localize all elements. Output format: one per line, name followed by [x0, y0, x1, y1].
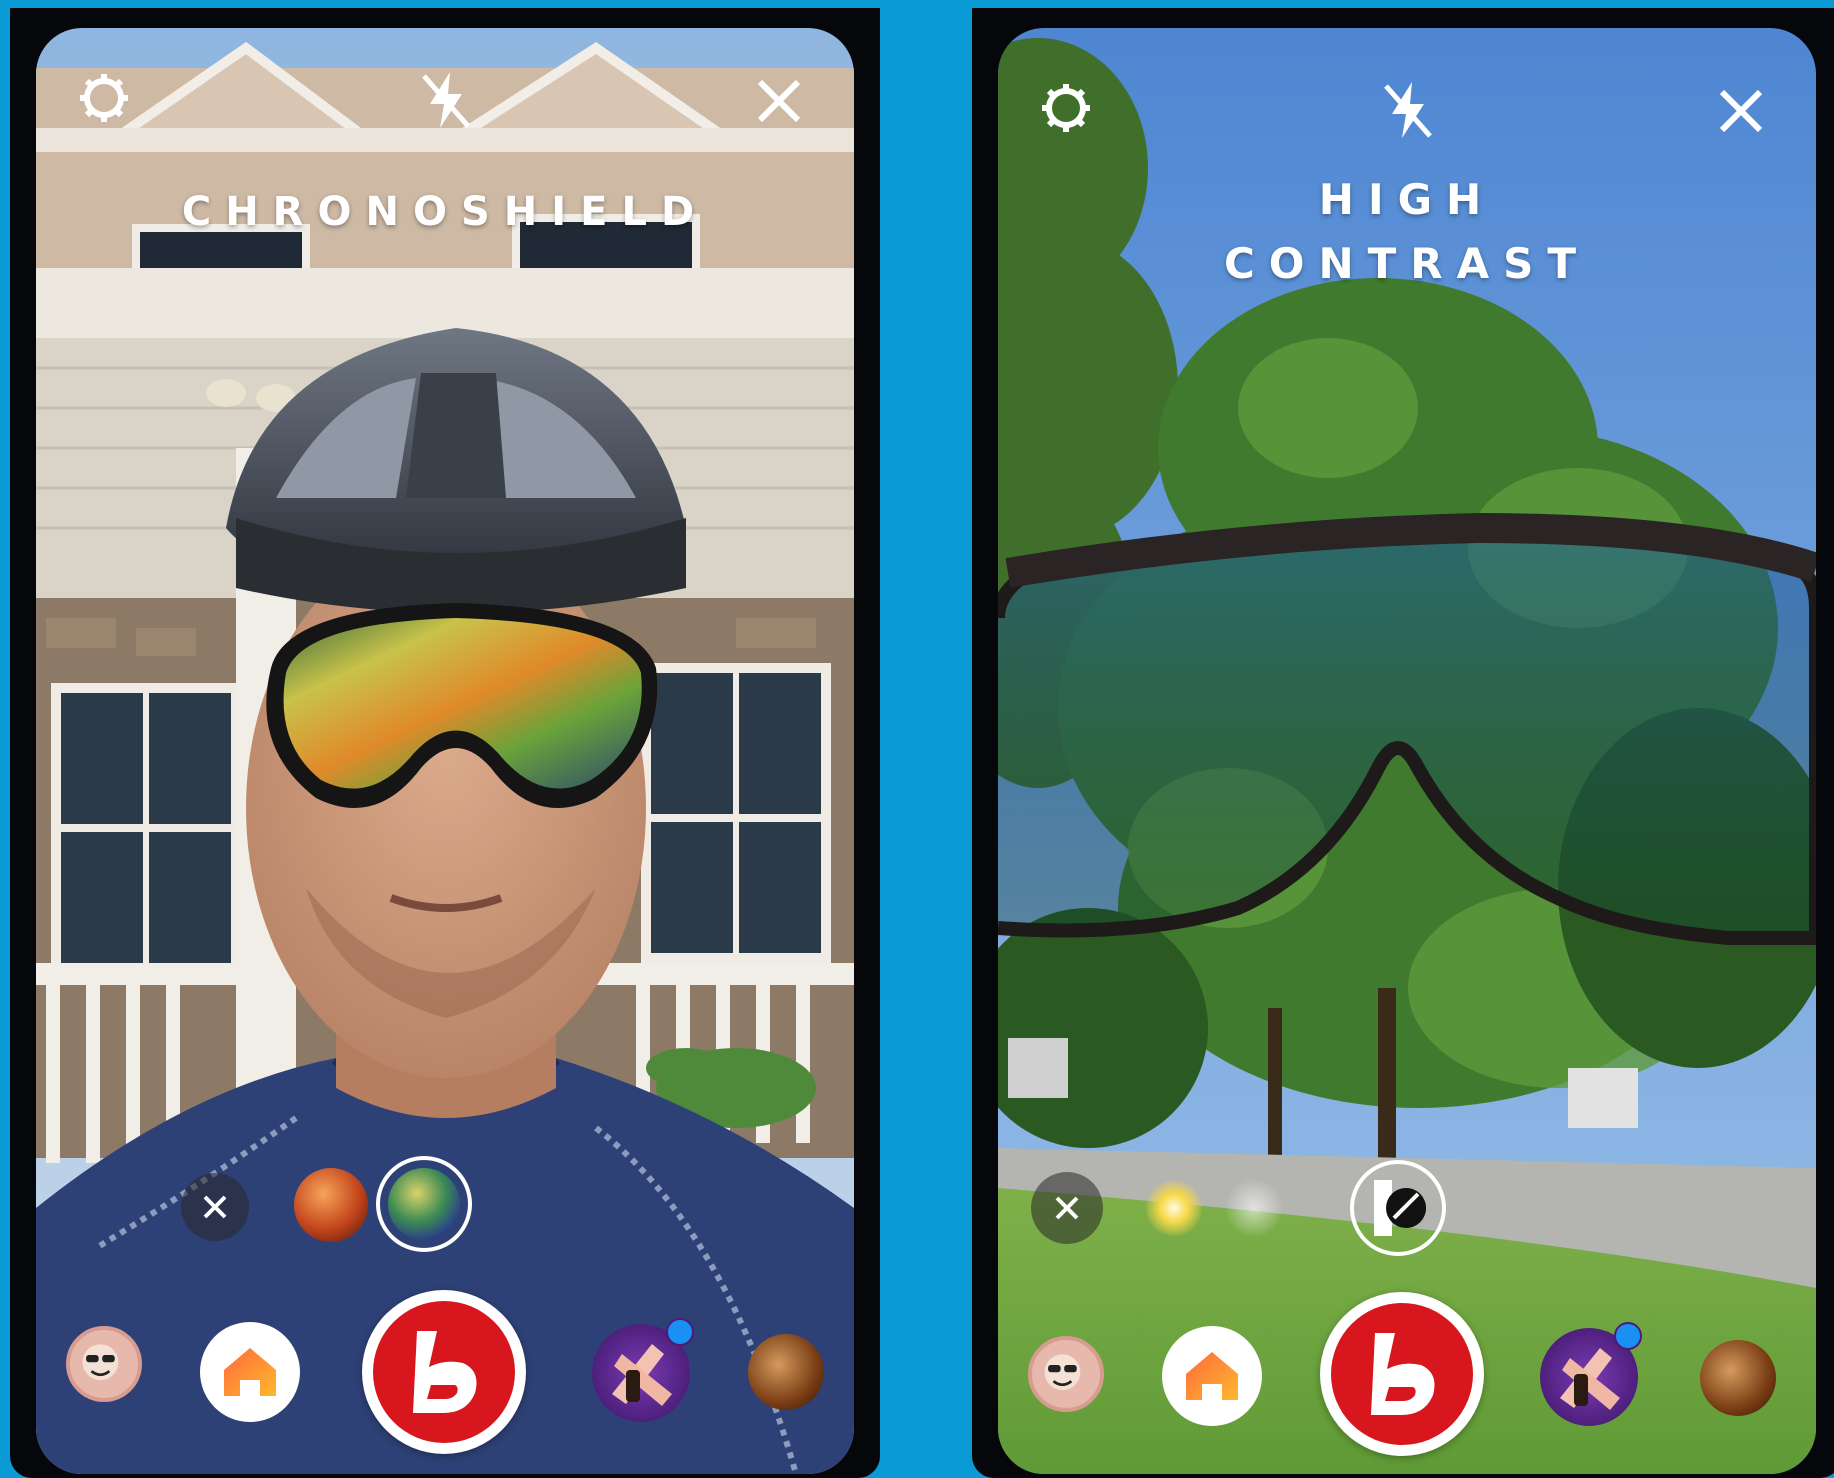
contrast-option-selected[interactable] — [1350, 1160, 1446, 1256]
filter-title-line: CONTRAST — [1223, 239, 1591, 288]
flash-off-icon[interactable] — [1380, 78, 1436, 142]
capture-button-fill — [1331, 1303, 1473, 1445]
remove-filter-button[interactable] — [1031, 1172, 1103, 1244]
lens-thumbnail-bronze[interactable] — [1700, 1340, 1776, 1416]
close-icon[interactable] — [754, 76, 804, 126]
capture-button-fill — [373, 1301, 515, 1443]
right-phone-frame: HIGH CONTRAST — [972, 8, 1834, 1478]
close-icon — [1055, 1196, 1079, 1220]
flash-off-icon[interactable] — [418, 68, 474, 132]
notification-dot — [1614, 1322, 1642, 1350]
lens-option-orange[interactable] — [294, 1168, 368, 1242]
right-camera-screen: HIGH CONTRAST — [998, 28, 1816, 1474]
home-icon — [1186, 1352, 1238, 1400]
capture-button[interactable] — [362, 1290, 526, 1454]
home-button[interactable] — [200, 1322, 300, 1422]
avatar[interactable] — [66, 1326, 142, 1402]
filter-title: HIGH CONTRAST — [998, 168, 1816, 296]
avatar[interactable] — [1028, 1336, 1104, 1412]
filter-title-line: CHRONOSHIELD — [181, 189, 709, 235]
contrast-icon — [1374, 1180, 1426, 1236]
capture-button[interactable] — [1320, 1292, 1484, 1456]
home-icon — [224, 1348, 276, 1396]
close-icon[interactable] — [1716, 86, 1766, 136]
lens-swatch — [388, 1168, 460, 1240]
bolle-logo-icon — [1371, 1333, 1435, 1415]
gear-icon[interactable] — [1036, 78, 1096, 138]
lens-option-sparkle[interactable] — [1224, 1178, 1284, 1238]
selfie-camera-view — [36, 28, 854, 1474]
left-phone-frame: CHRONOSHIELD — [10, 8, 880, 1478]
close-icon — [203, 1195, 227, 1219]
home-button[interactable] — [1162, 1326, 1262, 1426]
filter-title-line: HIGH — [1318, 175, 1496, 224]
bolle-logo-icon — [413, 1331, 477, 1413]
lens-option-chronoshield-selected[interactable] — [376, 1156, 472, 1252]
filter-title: CHRONOSHIELD — [36, 188, 854, 236]
lens-thumbnail-bronze[interactable] — [748, 1334, 824, 1410]
remove-filter-button[interactable] — [181, 1173, 249, 1241]
left-camera-screen: CHRONOSHIELD — [36, 28, 854, 1474]
gear-icon[interactable] — [74, 68, 134, 128]
notification-dot — [666, 1318, 694, 1346]
sun-icon[interactable] — [1146, 1180, 1202, 1236]
